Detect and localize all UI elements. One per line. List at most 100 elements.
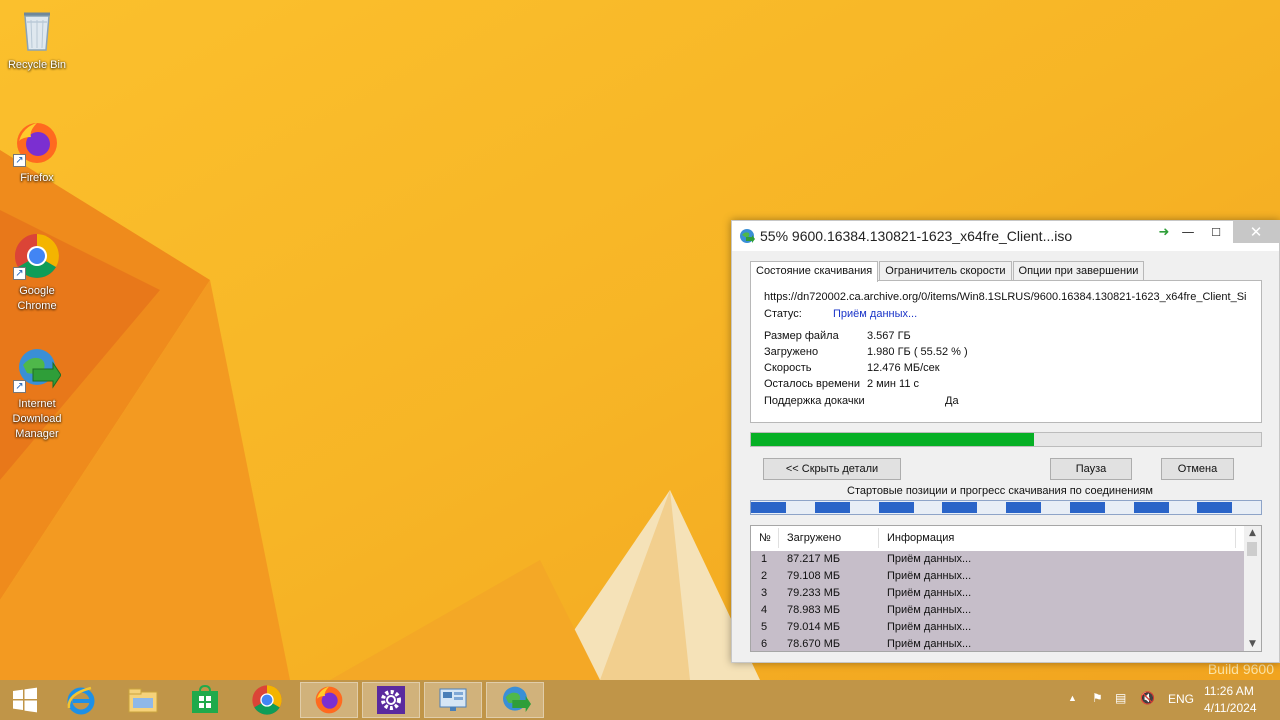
volume-muted-icon[interactable]: 🔇: [1140, 691, 1155, 705]
status-value: Приём данных...: [833, 308, 918, 320]
taskbar-store[interactable]: [176, 682, 234, 718]
connection-segment: [814, 501, 879, 514]
resume-support-value: Да: [945, 395, 959, 407]
desktop-icon-label: Firefox: [20, 172, 54, 184]
cell-downloaded: 79.108 МБ: [787, 570, 841, 582]
connection-segment-fill: [1133, 502, 1169, 513]
remote-desktop-icon: [439, 688, 467, 711]
file-size-value: 3.567 ГБ: [867, 330, 911, 342]
scroll-up-arrow-icon[interactable]: ▲: [1244, 526, 1261, 540]
shortcut-arrow-icon: ↗: [13, 380, 26, 393]
network-icon[interactable]: ▤: [1115, 691, 1126, 705]
resume-support-label: Поддержка докачки: [764, 395, 865, 407]
connection-segment: [1133, 501, 1198, 514]
table-body: 1 87.217 МБ Приём данных... 2 79.108 МБ …: [751, 551, 1244, 651]
taskbar-settings[interactable]: [362, 682, 420, 718]
table-row[interactable]: 3 79.233 МБ Приём данных...: [751, 585, 1244, 602]
table-row[interactable]: 5 79.014 МБ Приём данных...: [751, 619, 1244, 636]
file-explorer-icon: [128, 688, 158, 713]
scroll-down-arrow-icon[interactable]: ▼: [1244, 637, 1261, 651]
clock-time[interactable]: 11:26 AM: [1204, 684, 1254, 698]
column-header-downloaded[interactable]: Загружено: [787, 532, 841, 544]
close-icon[interactable]: ✕: [1233, 221, 1279, 243]
clock-date[interactable]: 4/11/2024: [1204, 701, 1257, 715]
table-row[interactable]: 2 79.108 МБ Приём данных...: [751, 568, 1244, 585]
hide-details-button[interactable]: << Скрыть детали: [763, 458, 901, 480]
taskbar-firefox[interactable]: [300, 682, 358, 718]
window-title: 55% 9600.16384.130821-1623_x64fre_Client…: [760, 228, 1073, 244]
download-url: https://dn720002.ca.archive.org/0/items/…: [764, 291, 1247, 303]
column-header-info[interactable]: Информация: [887, 532, 954, 544]
taskbar-internet-explorer[interactable]: [52, 682, 110, 718]
download-status-panel: https://dn720002.ca.archive.org/0/items/…: [750, 280, 1262, 423]
pause-button[interactable]: Пауза: [1050, 458, 1132, 480]
firefox-icon: [315, 686, 343, 714]
idm-icon: ↗: [13, 345, 62, 393]
downloaded-label: Загружено: [764, 346, 819, 358]
column-divider: [878, 528, 879, 548]
time-left-value: 2 мин 11 с: [867, 378, 919, 390]
cell-info: Приём данных...: [887, 638, 972, 650]
scroll-thumb[interactable]: [1247, 542, 1257, 556]
table-row[interactable]: 4 78.983 МБ Приём данных...: [751, 602, 1244, 619]
tab-download-status[interactable]: Состояние скачивания: [750, 261, 879, 282]
taskbar-remote-desktop[interactable]: [424, 682, 482, 718]
minimize-icon[interactable]: —: [1177, 221, 1199, 243]
language-indicator[interactable]: ENG: [1168, 692, 1194, 706]
download-progress-fill: [751, 433, 1035, 446]
cell-number: 6: [761, 638, 768, 650]
cell-downloaded: 79.014 МБ: [787, 621, 841, 633]
cell-info: Приём данных...: [887, 621, 972, 633]
maximize-icon[interactable]: ☐: [1205, 221, 1227, 243]
time-left-label: Осталось времени: [764, 378, 861, 390]
cancel-button[interactable]: Отмена: [1161, 458, 1234, 480]
start-button[interactable]: [0, 682, 50, 718]
connections-table[interactable]: № Загружено Информация 1 87.217 МБ Приём…: [750, 525, 1262, 652]
column-divider: [778, 528, 779, 548]
cell-number: 2: [761, 570, 768, 582]
cell-downloaded: 78.670 МБ: [787, 638, 841, 650]
internet-explorer-icon: [67, 686, 95, 715]
connection-segment-fill: [1069, 502, 1105, 513]
recycle-bin-icon: [13, 6, 61, 54]
window-titlebar[interactable]: 55% 9600.16384.130821-1623_x64fre_Client…: [732, 221, 1279, 251]
connection-segment-fill: [1006, 502, 1042, 513]
desktop-icon-firefox[interactable]: ↗ Firefox: [4, 119, 70, 186]
cell-info: Приём данных...: [887, 587, 972, 599]
show-hidden-icons-chevron-icon[interactable]: ▲: [1068, 693, 1077, 703]
cell-number: 1: [761, 553, 768, 565]
chrome-icon: ↗: [13, 232, 61, 280]
minimize-to-tray-icon[interactable]: ➜: [1153, 221, 1175, 243]
shortcut-arrow-icon: ↗: [13, 154, 26, 167]
taskbar: ▲ ⚑ ▤ 🔇 ENG 11:26 AM 4/11/2024: [0, 680, 1280, 720]
taskbar-file-explorer[interactable]: [114, 682, 172, 718]
connection-segment: [942, 501, 1006, 514]
column-header-number[interactable]: №: [759, 532, 771, 544]
speed-value: 12.476 МБ/сек: [867, 362, 940, 374]
table-row[interactable]: 6 78.670 МБ Приём данных...: [751, 636, 1244, 651]
cell-downloaded: 78.983 МБ: [787, 604, 841, 616]
tab-speed-limiter[interactable]: Ограничитель скорости: [879, 261, 1012, 281]
shortcut-arrow-icon: ↗: [13, 267, 26, 280]
cell-info: Приём данных...: [887, 553, 972, 565]
connection-segment: [1006, 501, 1070, 514]
table-row[interactable]: 1 87.217 МБ Приём данных...: [751, 551, 1244, 568]
download-progress-window[interactable]: 55% 9600.16384.130821-1623_x64fre_Client…: [731, 220, 1280, 663]
cell-info: Приём данных...: [887, 604, 972, 616]
status-label: Статус:: [764, 308, 802, 320]
desktop-icon-google-chrome[interactable]: ↗ Google Chrome: [4, 232, 70, 314]
speed-label: Скорость: [764, 362, 812, 374]
vertical-scrollbar[interactable]: ▲ ▼: [1244, 526, 1261, 651]
action-center-flag-icon[interactable]: ⚑: [1092, 691, 1103, 705]
desktop-icon-recycle-bin[interactable]: Recycle Bin: [4, 6, 70, 73]
connection-segment-fill: [751, 502, 787, 513]
connection-segment: [1069, 501, 1134, 514]
taskbar-chrome[interactable]: [238, 682, 296, 718]
connection-segment: [878, 501, 943, 514]
table-header: № Загружено Информация: [751, 526, 1244, 550]
desktop-icon-idm[interactable]: ↗ Internet Download Manager: [4, 345, 70, 442]
tab-on-completion[interactable]: Опции при завершении: [1012, 261, 1145, 281]
taskbar-idm[interactable]: [486, 682, 544, 718]
desktop-icon-label: Recycle Bin: [7, 59, 67, 71]
idm-icon: [739, 228, 755, 244]
